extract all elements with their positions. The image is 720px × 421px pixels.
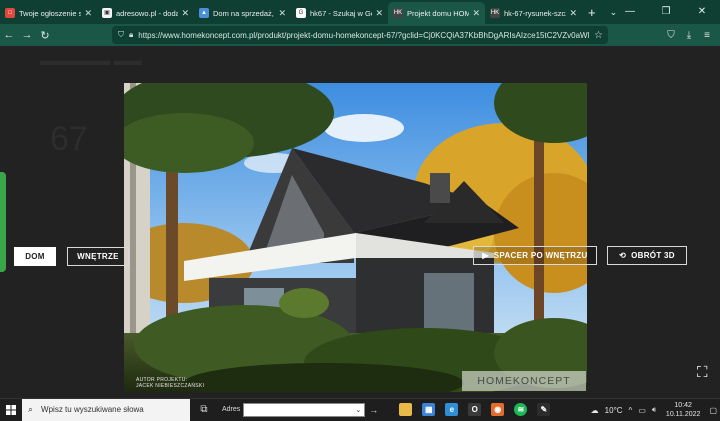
ghost-heading: ▬▬▬▬▬ ▬▬ xyxy=(40,52,142,68)
tab-favicon-icon: HK xyxy=(490,8,500,18)
network-icon[interactable]: ▭ xyxy=(638,406,646,415)
interior-view-button[interactable]: WNĘTRZE xyxy=(67,247,129,266)
browser-tab[interactable]: Ghk67 - Szukaj w Google✕ xyxy=(291,2,388,24)
tab-favicon-icon: □ xyxy=(5,8,15,18)
bookmark-star-icon[interactable]: ☆ xyxy=(594,30,603,41)
clock-time: 10:42 xyxy=(674,402,692,409)
tab-title: adresowo.pl - dodaw xyxy=(116,8,179,18)
house-render-image xyxy=(124,83,587,392)
go-arrow-icon[interactable]: → xyxy=(369,405,378,415)
address-bar: ← → ↻ ⛉ 🔒︎ https://www.homekoncept.com.p… xyxy=(0,24,720,46)
close-tab-icon[interactable]: ✕ xyxy=(472,8,480,19)
close-tab-icon[interactable]: ✕ xyxy=(278,8,286,19)
menu-icon[interactable]: ≡ xyxy=(698,30,716,41)
address-input[interactable]: ⌄ xyxy=(243,402,366,417)
page-content: ▬▬▬▬▬ ▬▬ 67 DOM WNĘTRZE ▶ SPACER PO WNĘT… xyxy=(0,46,720,398)
store-icon[interactable]: ▦ xyxy=(422,403,436,416)
homekoncept-watermark: HOMEKONCEPT xyxy=(462,371,586,391)
author-credit: AUTOR PROJEKTU: JACEK NIEBIESZCZAŃSKI xyxy=(136,377,204,389)
notifications-icon[interactable]: ▢ xyxy=(709,406,717,415)
reload-icon[interactable]: ↻ xyxy=(36,29,54,42)
browser-tab[interactable]: □ Twoje ogłoszenie sprz✕ xyxy=(0,2,97,24)
rotate-3d-icon: ⟲ xyxy=(619,251,627,260)
rotate-3d-label: OBRÓT 3D xyxy=(631,251,675,260)
forward-icon[interactable]: → xyxy=(18,29,36,41)
browser-tab[interactable]: ▣ adresowo.pl - dodaw ✕ xyxy=(97,2,194,24)
pocket-icon[interactable]: ⛉ xyxy=(662,30,680,41)
rotate-3d-button[interactable]: ⟲ OBRÓT 3D xyxy=(607,246,687,265)
url-text[interactable]: https://www.homekoncept.com.pl/produkt/p… xyxy=(138,31,589,40)
clock[interactable]: 10:42 10.11.2022 xyxy=(666,401,701,419)
file-explorer-icon[interactable] xyxy=(399,403,413,416)
tab-favicon-icon: HK xyxy=(393,8,403,18)
tab-title: hk-67-rysunek-szczeg xyxy=(504,8,566,18)
task-view-icon[interactable]: ⧉ xyxy=(190,404,218,415)
restore-icon[interactable]: ❐ xyxy=(648,0,684,24)
tab-favicon-icon: ▣ xyxy=(102,8,112,18)
tray-chevron-icon[interactable]: ^ xyxy=(629,406,633,415)
side-tab[interactable] xyxy=(0,172,6,272)
system-tray: ☁ 10°C ^ ▭ 🔉︎ 10:42 10.11.2022 ▢ xyxy=(588,399,720,421)
windows-start-icon[interactable] xyxy=(0,404,22,415)
opera-icon[interactable]: O xyxy=(468,403,482,416)
app-icon[interactable]: ✎ xyxy=(537,403,551,416)
temperature[interactable]: 10°C xyxy=(605,406,623,415)
close-tab-icon[interactable]: ✕ xyxy=(84,8,92,19)
tab-title: Projekt domu HOMEK xyxy=(407,8,470,18)
close-window-icon[interactable]: ✕ xyxy=(684,0,720,24)
ghost-project-number: 67 xyxy=(50,120,88,158)
clock-date: 10.11.2022 xyxy=(665,411,701,418)
downloads-icon[interactable]: ⤓ xyxy=(680,30,698,41)
lock-icon[interactable]: 🔒︎ xyxy=(129,30,133,40)
volume-icon[interactable]: 🔉︎ xyxy=(652,405,657,415)
play-icon: ▶ xyxy=(482,251,489,260)
credit-author: JACEK NIEBIESZCZAŃSKI xyxy=(136,383,205,389)
dom-view-button[interactable]: DOM xyxy=(14,247,56,266)
tab-title: Dom na sprzedaż, Wars xyxy=(213,8,275,18)
address-toolbar: Adres ⌄ → xyxy=(222,402,378,417)
browser-tab[interactable]: HK hk-67-rysunek-szczeg✕ xyxy=(485,2,582,24)
minimize-icon[interactable]: — xyxy=(612,0,648,24)
taskbar-search-box[interactable]: ⌕ Wpisz tu wyszukiwane słowa xyxy=(22,398,190,421)
shield-icon[interactable]: ⛉ xyxy=(118,30,124,40)
close-tab-icon[interactable]: ✕ xyxy=(375,8,383,19)
browser-tab[interactable]: HK Projekt domu HOMEK✕ xyxy=(388,2,485,24)
virtual-walk-label: SPACER PO WNĘTRZU xyxy=(493,251,588,260)
back-icon[interactable]: ← xyxy=(0,29,18,41)
edge-icon[interactable]: e xyxy=(445,403,459,416)
tab-favicon-icon: G xyxy=(296,8,306,18)
search-icon: ⌕ xyxy=(28,404,34,414)
browser-tab[interactable]: ▲ Dom na sprzedaż, Wars✕ xyxy=(194,2,291,24)
tab-favicon-icon: ▲ xyxy=(199,8,209,18)
address-label: Adres xyxy=(222,406,241,413)
weather-icon[interactable]: ☁ xyxy=(591,406,599,415)
tab-title: Twoje ogłoszenie sprz xyxy=(19,8,82,18)
spotify-icon[interactable]: ≋ xyxy=(514,403,528,416)
close-tab-icon[interactable]: ✕ xyxy=(569,8,577,19)
search-placeholder: Wpisz tu wyszukiwane słowa xyxy=(41,405,144,414)
new-tab-button[interactable]: + xyxy=(588,5,596,20)
virtual-walk-button[interactable]: ▶ SPACER PO WNĘTRZU xyxy=(473,246,597,265)
tab-title: hk67 - Szukaj w Google xyxy=(310,8,372,18)
fullscreen-icon[interactable]: ⛶ xyxy=(697,364,708,381)
taskbar: ⌕ Wpisz tu wyszukiwane słowa ⧉ Adres ⌄ →… xyxy=(0,398,720,421)
firefox-icon[interactable]: ◉ xyxy=(491,403,505,416)
url-field[interactable]: ⛉ 🔒︎ https://www.homekoncept.com.pl/prod… xyxy=(112,26,608,44)
close-tab-icon[interactable]: ✕ xyxy=(181,8,189,19)
